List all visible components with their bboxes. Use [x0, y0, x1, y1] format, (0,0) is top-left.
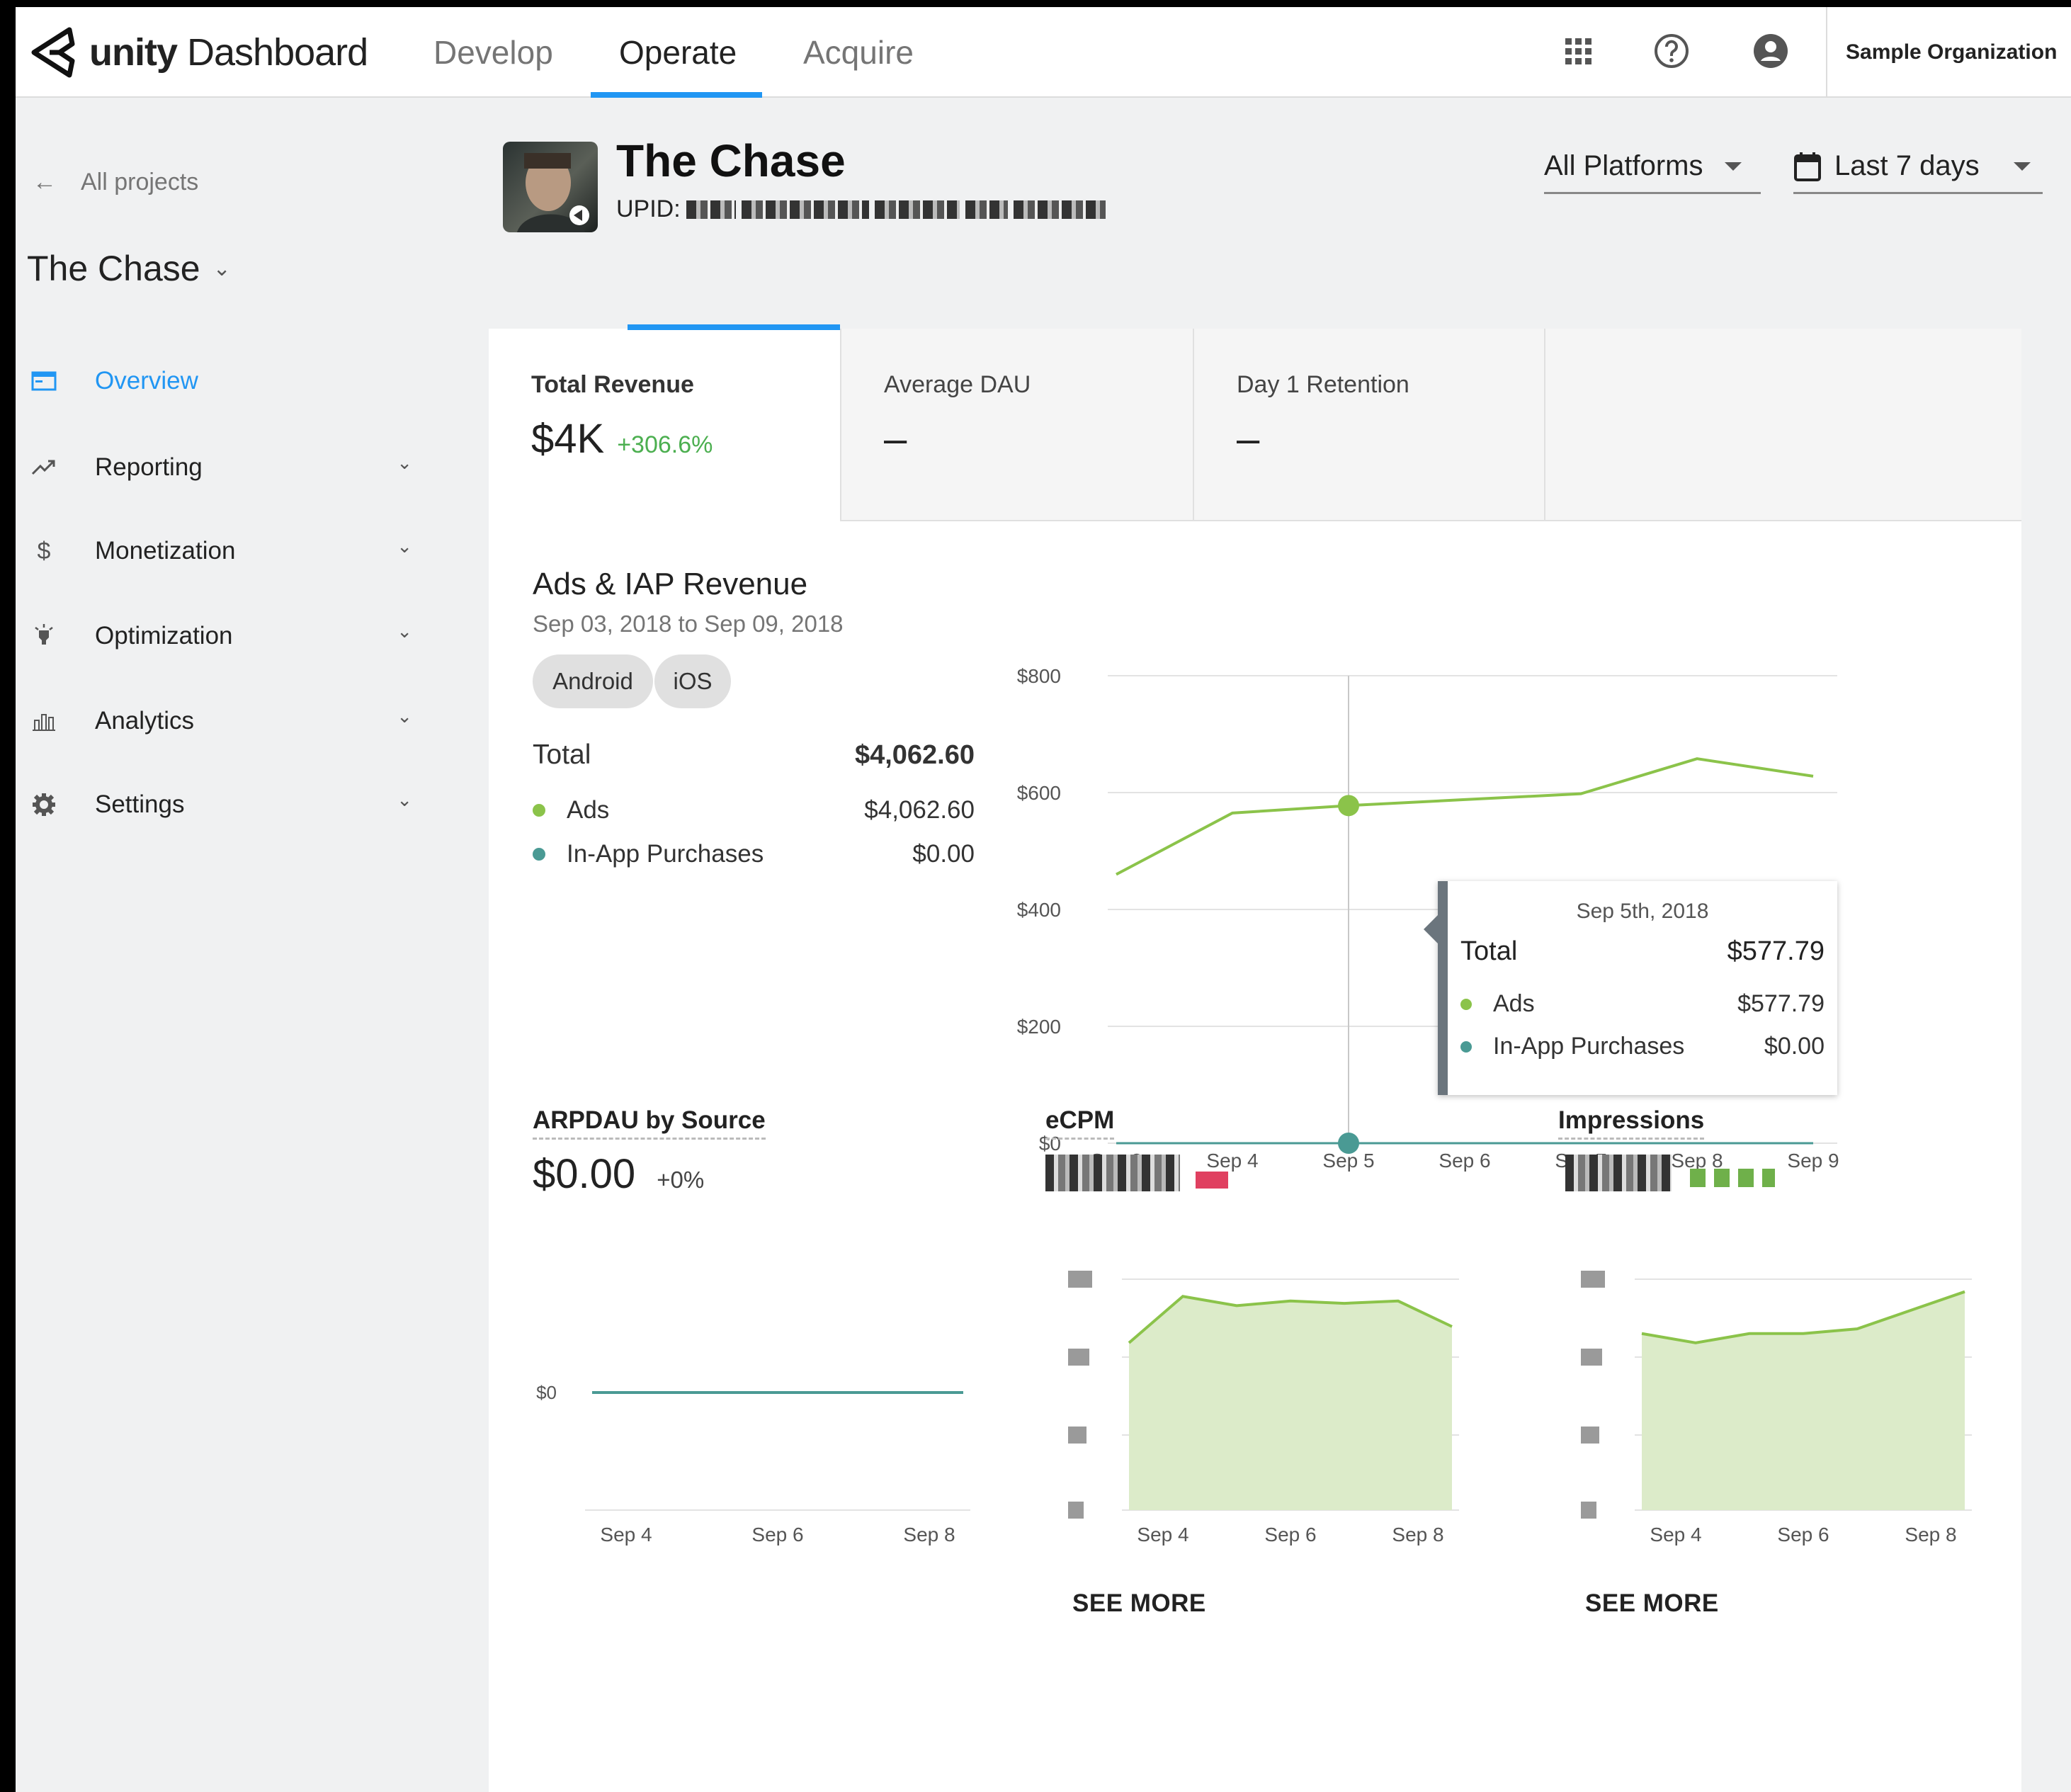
project-thumbnail: [503, 142, 598, 232]
mini-charts: $0 Sep 4 Sep 6 Sep 8 Sep 4 Sep 6 Sep 8 Sep 4 Sep…: [536, 1271, 1972, 1546]
sidebar-item-optimization[interactable]: Optimization ⌄: [30, 615, 412, 657]
upid-label: UPID:: [616, 195, 681, 222]
redacted-upid: [686, 200, 736, 219]
brand-name: unity Dashboard: [89, 31, 368, 74]
redacted-y-tick: [1068, 1427, 1086, 1444]
redacted-y-tick: [1068, 1271, 1092, 1288]
redacted-upid: [965, 200, 1008, 219]
redacted-y-tick: [1068, 1349, 1089, 1366]
nav-acquire[interactable]: Acquire: [803, 7, 914, 98]
sidebar-item-label: Optimization: [95, 622, 233, 650]
organization-name: Sample Organization: [1846, 40, 2058, 64]
all-projects-link[interactable]: ← All projects: [33, 169, 198, 196]
x-tick-label: Sep 8: [903, 1524, 955, 1546]
sidebar: ← All projects The Chase ⌄ Overview Repo…: [16, 98, 483, 1792]
overview-icon: [30, 367, 58, 395]
series-area: [1642, 1291, 1965, 1510]
x-tick-label: Sep 6: [1264, 1524, 1316, 1546]
redacted-y-tick: [1581, 1271, 1605, 1288]
x-tick-label: Sep 8: [1905, 1524, 1956, 1546]
redacted-y-tick: [1581, 1427, 1599, 1444]
date-range-select[interactable]: Last 7 days: [1793, 140, 2043, 194]
chevron-down-icon: ⌄: [397, 452, 412, 473]
dollar-icon: $: [37, 537, 51, 565]
lightbulb-icon: [30, 622, 58, 650]
sidebar-item-analytics[interactable]: Analytics ⌄: [30, 700, 412, 742]
project-switcher-label: The Chase: [27, 249, 200, 288]
calendar-icon: [1794, 152, 1821, 181]
x-tick-label: Sep 4: [1137, 1524, 1188, 1546]
active-nav-indicator: [591, 92, 762, 98]
sidebar-item-label: Monetization: [95, 537, 236, 565]
platform-select[interactable]: All Platforms: [1544, 140, 1761, 194]
nav-develop[interactable]: Develop: [433, 7, 553, 98]
sidebar-item-label: Analytics: [95, 707, 195, 735]
project-switcher[interactable]: The Chase ⌄: [27, 248, 231, 289]
project-upid: UPID:: [616, 195, 1106, 223]
sidebar-item-label: Overview: [95, 367, 198, 395]
chevron-down-icon: ⌄: [397, 789, 412, 810]
redacted-upid: [741, 200, 869, 219]
trending-icon: [30, 453, 58, 482]
x-tick-label: Sep 4: [1650, 1524, 1701, 1546]
all-projects-label: All projects: [81, 169, 199, 195]
redacted-upid: [874, 200, 960, 219]
series-area: [1129, 1296, 1452, 1510]
sidebar-item-settings[interactable]: Settings ⌄: [30, 783, 412, 826]
organization-selector[interactable]: Sample Organization ⌄: [1826, 7, 2071, 98]
bar-chart-icon: [30, 707, 58, 735]
chevron-down-icon: ⌄: [397, 535, 412, 557]
unity-logo[interactable]: unity Dashboard: [28, 24, 368, 81]
account-icon[interactable]: [1748, 28, 1793, 74]
x-tick-label: Sep 6: [751, 1524, 803, 1546]
sidebar-item-label: Reporting: [95, 453, 203, 481]
redacted-y-tick: [1581, 1502, 1596, 1519]
unity-cube-icon: [31, 27, 75, 78]
x-tick-label: Sep 6: [1777, 1524, 1829, 1546]
top-bar: unity Dashboard Develop Operate Acquire …: [16, 7, 2071, 98]
gear-icon: [30, 790, 58, 819]
x-tick-label: Sep 8: [1392, 1524, 1443, 1546]
dropdown-arrow-icon: [1724, 161, 1742, 171]
nav-operate[interactable]: Operate: [619, 7, 737, 98]
page-title: The Chase: [616, 135, 846, 186]
platform-select-value: All Platforms: [1544, 150, 1703, 181]
ecpm-see-more-button[interactable]: SEE MORE: [1072, 1589, 1206, 1618]
apps-grid-icon[interactable]: [1555, 28, 1601, 74]
redacted-y-tick: [1581, 1349, 1602, 1366]
sidebar-item-label: Settings: [95, 790, 185, 818]
sidebar-item-monetization[interactable]: $ Monetization ⌄: [30, 530, 412, 572]
redacted-y-tick: [1068, 1502, 1084, 1519]
y-tick-label: $0: [536, 1382, 557, 1403]
sidebar-item-reporting[interactable]: Reporting ⌄: [30, 446, 412, 489]
help-icon[interactable]: [1649, 28, 1694, 74]
redacted-upid: [1013, 200, 1106, 219]
back-arrow-icon: ←: [33, 169, 57, 195]
chevron-down-icon: ⌄: [397, 705, 412, 727]
main-content: The Chase UPID: All Platforms Last 7 day…: [483, 98, 2071, 1792]
chevron-down-icon: ⌄: [397, 620, 412, 642]
x-tick-label: Sep 4: [600, 1524, 652, 1546]
overview-card: Total Revenue $4K +306.6% Average DAU – D…: [489, 324, 2021, 1792]
sidebar-item-overview[interactable]: Overview: [30, 360, 412, 402]
impressions-see-more-button[interactable]: SEE MORE: [1585, 1589, 1719, 1618]
chevron-down-icon: ⌄: [212, 256, 231, 280]
dropdown-arrow-icon: [2013, 161, 2031, 171]
dashboard-window: unity Dashboard Develop Operate Acquire …: [16, 7, 2071, 1792]
date-range-value: Last 7 days: [1834, 150, 1980, 181]
